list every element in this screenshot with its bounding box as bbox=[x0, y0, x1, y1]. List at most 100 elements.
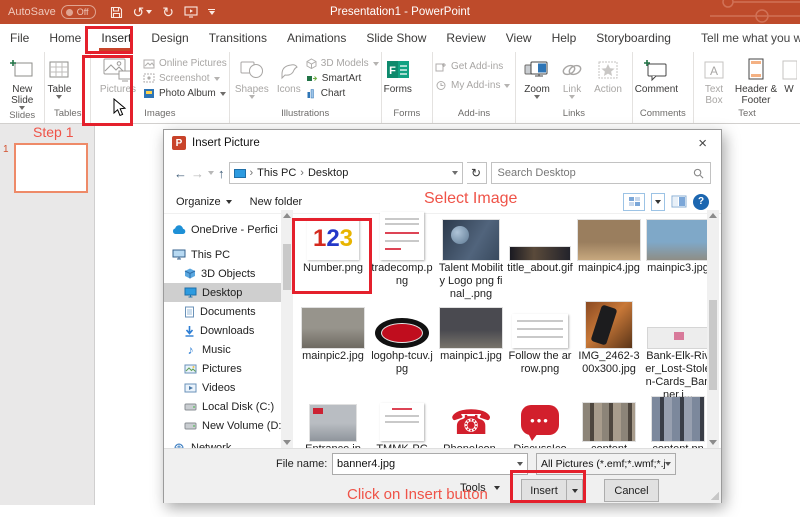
preview-pane-icon[interactable] bbox=[671, 195, 687, 208]
file-mainpic2[interactable]: mainpic2.jpg bbox=[300, 302, 366, 402]
sidebar-scroll-up-icon[interactable] bbox=[283, 213, 291, 218]
insert-button[interactable]: Insert bbox=[521, 479, 583, 502]
tab-view[interactable]: View bbox=[496, 24, 542, 52]
view-mode-caret-button[interactable] bbox=[651, 192, 665, 211]
file-tradecomp[interactable]: tradecomp.png bbox=[369, 212, 435, 301]
file-bank-elk-river[interactable]: Bank-Elk-River_Lost-Stolen-Cards_Banner.… bbox=[645, 302, 711, 402]
file-talent-mobility[interactable]: Talent Mobility Logo png final_.png bbox=[438, 214, 504, 301]
organize-button[interactable]: Organize bbox=[176, 196, 232, 208]
sidebar-item-this-pc[interactable]: This PC bbox=[164, 245, 281, 264]
file-mainpic4[interactable]: mainpic4.jpg bbox=[576, 214, 642, 301]
zoom-button[interactable]: Zoom bbox=[518, 53, 556, 99]
icons-button[interactable]: Icons bbox=[272, 53, 306, 95]
action-button[interactable]: Action bbox=[588, 53, 628, 95]
sidebar-item-new-volume[interactable]: New Volume (D: bbox=[164, 416, 281, 435]
sidebar-item-pictures[interactable]: Pictures bbox=[164, 359, 281, 378]
tab-storyboarding[interactable]: Storyboarding bbox=[586, 24, 681, 52]
slides-panel[interactable]: 1 bbox=[0, 124, 95, 505]
smartart-button[interactable]: SmartArt bbox=[306, 73, 379, 84]
file-name-combobox[interactable] bbox=[332, 453, 528, 475]
text-box-button[interactable]: A Text Box bbox=[696, 53, 732, 106]
file-tmmk-pc[interactable]: TMMK-PC bbox=[369, 395, 435, 456]
breadcrumb[interactable]: › This PC › Desktop bbox=[228, 162, 463, 184]
file-mainpic1[interactable]: mainpic1.jpg bbox=[438, 302, 504, 402]
sidebar-item-desktop[interactable]: Desktop bbox=[164, 283, 281, 302]
file-content[interactable]: content bbox=[576, 395, 642, 456]
search-input[interactable] bbox=[497, 167, 693, 179]
tab-review[interactable]: Review bbox=[436, 24, 495, 52]
screenshot-button[interactable]: Screenshot bbox=[143, 73, 227, 84]
table-button[interactable]: Table bbox=[47, 53, 71, 99]
file-logohp-tcuv[interactable]: logohp-tcuv.jpg bbox=[369, 302, 435, 402]
tab-insert[interactable]: Insert bbox=[91, 24, 141, 52]
sidebar-item-network[interactable]: Network bbox=[164, 438, 281, 448]
tab-home[interactable]: Home bbox=[39, 24, 91, 52]
dialog-title-bar[interactable]: P Insert Picture × bbox=[164, 130, 721, 156]
refresh-button[interactable]: ↻ bbox=[466, 162, 487, 184]
get-addins-button[interactable]: Get Add-ins bbox=[435, 61, 510, 72]
sidebar-item-3d-objects[interactable]: 3D Objects bbox=[164, 264, 281, 283]
chart-button[interactable]: Chart bbox=[306, 88, 379, 99]
tab-animations[interactable]: Animations bbox=[277, 24, 356, 52]
file-img-2462[interactable]: IMG_2462-300x300.jpg bbox=[576, 302, 642, 402]
photo-album-button[interactable]: Photo Album bbox=[143, 88, 227, 99]
new-folder-button[interactable]: New folder bbox=[250, 196, 303, 208]
sidebar-item-downloads[interactable]: Downloads bbox=[164, 321, 281, 340]
file-number-png[interactable]: 123 Number.png bbox=[300, 214, 366, 301]
cancel-button[interactable]: Cancel bbox=[604, 479, 659, 502]
breadcrumb-desktop[interactable]: Desktop bbox=[308, 167, 348, 179]
up-button[interactable]: ↑ bbox=[218, 166, 225, 181]
sidebar-item-music[interactable]: ♪ Music bbox=[164, 340, 281, 359]
tab-slide-show[interactable]: Slide Show bbox=[356, 24, 436, 52]
sidebar-item-documents[interactable]: Documents bbox=[164, 302, 281, 321]
forward-button[interactable]: → bbox=[191, 166, 204, 181]
file-title-about[interactable]: title_about.gif bbox=[507, 214, 573, 301]
file-discussico[interactable]: ••• DiscussIco bbox=[507, 395, 573, 456]
new-slide-button[interactable]: New Slide bbox=[2, 53, 42, 110]
search-box[interactable] bbox=[490, 162, 711, 184]
comment-button[interactable]: Comment bbox=[635, 53, 678, 95]
tab-file[interactable]: File bbox=[0, 24, 39, 52]
breadcrumb-this-pc[interactable]: This PC bbox=[257, 167, 296, 179]
tab-transitions[interactable]: Transitions bbox=[199, 24, 277, 52]
file-phoneicon[interactable]: ☎ PhoneIcon. bbox=[438, 395, 504, 456]
tell-me-search[interactable]: Tell me what you want bbox=[681, 24, 800, 52]
sidebar-item-videos[interactable]: Videos bbox=[164, 378, 281, 397]
my-addins-button[interactable]: My Add-ins bbox=[435, 80, 511, 91]
tab-help[interactable]: Help bbox=[542, 24, 587, 52]
file-type-dropdown[interactable]: All Pictures (*.emf;*.wmf;*.jpg;* bbox=[536, 453, 676, 475]
grid-scroll-thumb[interactable] bbox=[709, 300, 717, 390]
sidebar-scrollbar[interactable] bbox=[281, 210, 293, 448]
file-content-pn[interactable]: content.pn bbox=[645, 395, 711, 456]
3d-models-button[interactable]: 3D Models bbox=[306, 58, 379, 69]
wordart-button-cut[interactable]: W bbox=[780, 53, 798, 95]
back-button[interactable]: ← bbox=[174, 166, 187, 181]
insert-dropdown[interactable] bbox=[567, 488, 582, 493]
tab-design[interactable]: Design bbox=[141, 24, 198, 52]
sidebar-scroll-thumb[interactable] bbox=[283, 244, 291, 290]
sidebar-scroll-down-icon[interactable] bbox=[283, 440, 291, 445]
pictures-button[interactable]: Pictures bbox=[93, 53, 143, 95]
sidebar-item-onedrive[interactable]: OneDrive - Perfici bbox=[164, 220, 281, 239]
file-name-input[interactable] bbox=[337, 458, 517, 470]
file-mainpic3[interactable]: mainpic3.jpg bbox=[645, 214, 711, 301]
grid-scroll-down-icon[interactable] bbox=[709, 440, 717, 445]
help-icon[interactable]: ? bbox=[693, 193, 709, 210]
close-icon[interactable]: × bbox=[692, 136, 713, 151]
breadcrumb-caret-icon[interactable] bbox=[451, 171, 458, 175]
history-caret-icon[interactable] bbox=[208, 171, 214, 175]
shapes-button[interactable]: Shapes bbox=[232, 53, 272, 99]
file-entrance[interactable]: Entrance.jp bbox=[300, 395, 366, 456]
view-mode-button[interactable] bbox=[623, 192, 645, 211]
forms-button[interactable]: F Forms bbox=[384, 53, 412, 95]
grid-scroll-up-icon[interactable] bbox=[709, 213, 717, 218]
online-pictures-button[interactable]: Online Pictures bbox=[143, 58, 227, 69]
file-grid-scrollbar[interactable] bbox=[707, 210, 719, 448]
resize-grip[interactable] bbox=[711, 492, 719, 500]
file-follow-the-arrow[interactable]: Follow the arrow.png bbox=[507, 302, 573, 402]
header-footer-button[interactable]: Header & Footer bbox=[732, 53, 780, 106]
link-button[interactable]: Link bbox=[556, 53, 588, 99]
slide-thumbnail[interactable] bbox=[14, 143, 88, 193]
sidebar-item-local-disk[interactable]: Local Disk (C:) bbox=[164, 397, 281, 416]
group-links: Zoom Link Action Links bbox=[516, 52, 633, 123]
